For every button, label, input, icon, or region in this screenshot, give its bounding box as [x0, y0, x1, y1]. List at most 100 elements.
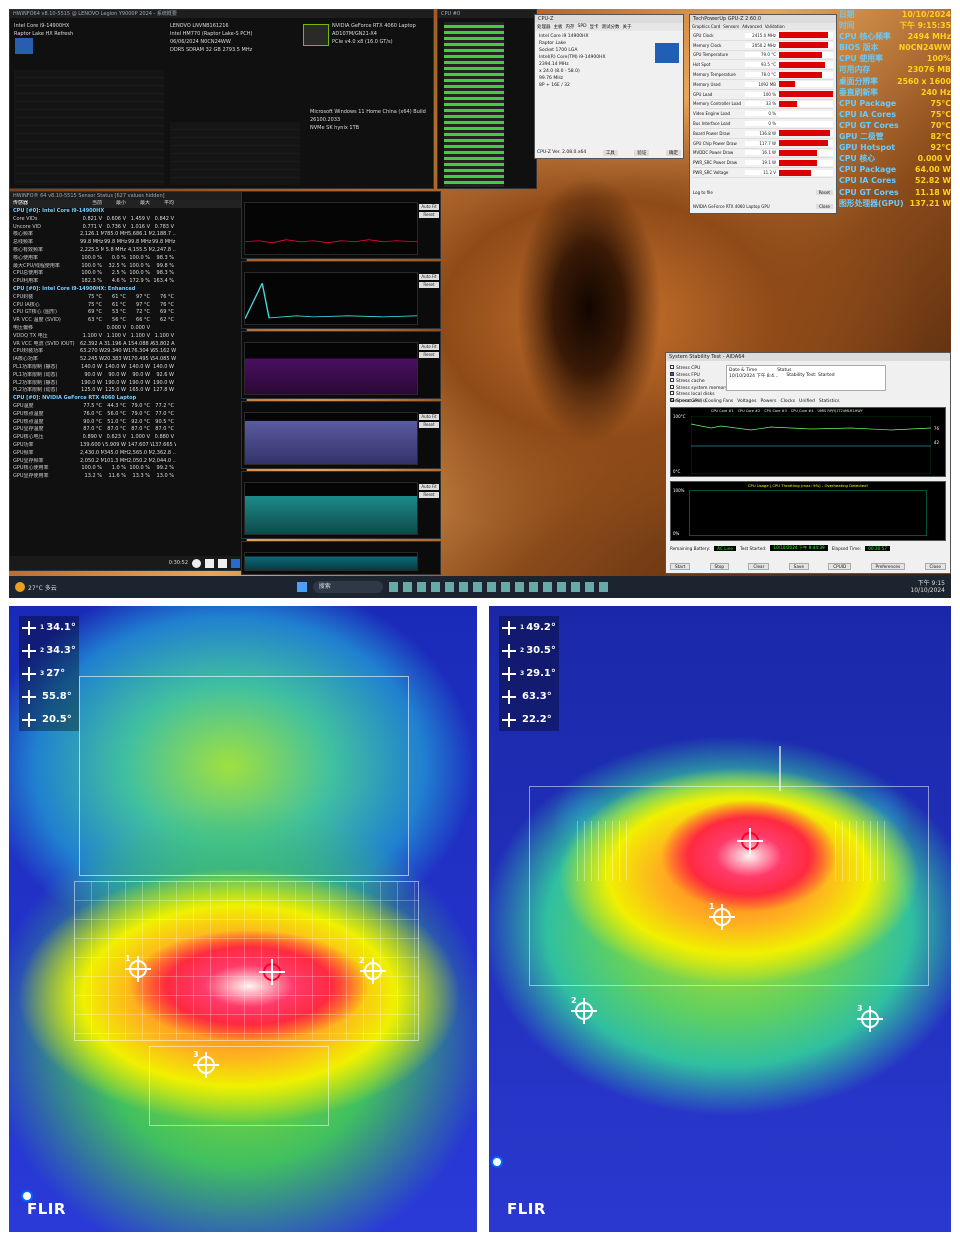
legend-item[interactable]: CPU Core #2 [738, 409, 761, 413]
reset-button[interactable]: Reset [419, 212, 439, 218]
legend-item[interactable]: CPU Core #4 [791, 409, 814, 413]
sensor-row[interactable]: PL2功率限制 (动态) 125.0 W 125.0 W 165.0 W 127.8 W [10, 387, 246, 395]
auto-fit-button[interactable]: Auto Fit [419, 414, 439, 420]
sensor-row[interactable]: IA核心功率 52.245 W20.383 W170.495 W54.085 W [10, 356, 246, 364]
cpuz-tools-button[interactable]: 工具 [602, 150, 618, 156]
aida-tab[interactable]: Cooling Fans [705, 399, 733, 404]
tab-validation[interactable]: Validation [765, 24, 785, 29]
pinned-app-icons[interactable] [388, 582, 609, 592]
auto-fit-button[interactable]: Auto Fit [419, 344, 439, 350]
reset-button[interactable]: Reset [419, 492, 439, 498]
gpuz-reset-button[interactable]: Reset [815, 190, 833, 195]
sensor-group-header[interactable]: CPU [#0]: Intel Core i9-14900HX [10, 208, 246, 216]
sensor-row[interactable]: CPU总使用率 100.0 % 2.5 % 100.0 % 98.3 % [10, 270, 246, 278]
aida-tab[interactable]: Powers [761, 399, 777, 404]
cpuz-ok-button[interactable]: 确定 [666, 150, 681, 156]
tab-advanced[interactable]: Advanced [742, 24, 762, 29]
legend-item[interactable]: UMIS RPJYJ1T24MLR1HWY [817, 409, 862, 413]
gear-icon[interactable] [218, 558, 227, 568]
graph-cpu-power[interactable]: Auto Fit Reset [241, 261, 441, 329]
sensor-group-header[interactable]: CPU [#0]: Intel Core i9-14900HX: Enhance… [10, 286, 246, 294]
clock[interactable]: 下午 9:15 10/10/2024 [910, 580, 945, 594]
tab-about[interactable]: 关于 [623, 24, 632, 30]
graph-gpu-power[interactable]: Auto Fit Reset [241, 471, 441, 539]
tab-sensors[interactable]: Sensors [723, 24, 739, 29]
aida-tab[interactable]: Voltages [737, 399, 756, 404]
sensor-row[interactable]: GPU核心电压 0.890 V 0.623 V 1.000 V 0.880 V [10, 434, 246, 442]
aida-button[interactable]: Close [924, 563, 946, 570]
gpuz-close-button[interactable]: Close [816, 204, 833, 209]
cpuz-window[interactable]: CPU-Z 处理器 主板 内存 SPD 显卡 测试分数 关于 Intel Cor… [534, 14, 684, 159]
sensor-row[interactable]: 核心使用率 100.0 % 0.0 % 100.0 % 98.3 % [10, 255, 246, 263]
log-to-file-checkbox[interactable]: Log to file [693, 190, 713, 195]
graph-cpu-temp[interactable]: Auto Fit Reset [241, 331, 441, 399]
legend-item[interactable]: CPU Core #3 [764, 409, 787, 413]
aida-tab[interactable]: Statistics [819, 399, 840, 404]
aida-tab[interactable]: Unified [799, 399, 815, 404]
sensor-row[interactable]: PL1功率限制 (动态) 90.0 W 90.0 W 90.0 W 92.6 W [10, 372, 246, 380]
sensor-row[interactable]: Core VIDs 0.821 V 0.606 V 1.459 V 0.842 V [10, 216, 246, 224]
sensor-row[interactable]: CPU封装功率 63.270 W29.340 W176.304 W65.162 W [10, 348, 246, 356]
sensor-row[interactable]: CPU IA核心 75 °C 61 °C 97 °C 76 °C [10, 302, 246, 310]
sensor-row[interactable]: 核心有效频率 2,225.5 MHz5.8 MHz4,155.5 M...2,24… [10, 247, 246, 255]
aida-button[interactable]: Start [670, 563, 691, 570]
gpuz-window[interactable]: TechPowerUp GPU-Z 2.60.0 Graphics Card S… [689, 14, 837, 214]
graph-gpu-usage[interactable] [241, 541, 441, 575]
auto-fit-button[interactable]: Auto Fit [419, 204, 439, 210]
sensor-row[interactable]: 最大CPU/线程使用率 100.0 % 32.5 % 100.0 % 99.8 % [10, 263, 246, 271]
sensor-row[interactable]: VDDQ TX 电压 1.100 V 1.100 V 1.100 V 1.100 V [10, 333, 246, 341]
graph-cpu-freq[interactable]: Auto Fit Reset [241, 191, 441, 259]
reset-button[interactable]: Reset [419, 352, 439, 358]
cpu-core-bars-window[interactable]: CPU #0 [437, 9, 537, 189]
auto-fit-button[interactable]: Auto Fit [419, 484, 439, 490]
auto-fit-button[interactable]: Auto Fit [419, 274, 439, 280]
sensor-row[interactable]: Uncore VID 0.771 V 0.736 V 1.016 V 0.783 V [10, 224, 246, 232]
sensor-row[interactable]: CPU利用率 182.3 % 4.6 % 172.9 % 163.4 % [10, 278, 246, 286]
sensor-row[interactable]: CPU封装 75 °C 61 °C 97 °C 76 °C [10, 294, 246, 302]
weather-icon[interactable] [15, 582, 25, 592]
tab-spd[interactable]: SPD [578, 24, 587, 30]
reset-button[interactable]: Reset [419, 422, 439, 428]
sensor-row[interactable]: GPU温度 77.5 °C 44.3 °C 79.0 °C 77.2 °C [10, 403, 246, 411]
sensor-row[interactable]: GPU显存频率 2,050.2 MHz101.3 MHz2,050.2 M...2… [10, 458, 246, 466]
reset-button[interactable]: Reset [419, 282, 439, 288]
close-icon[interactable] [231, 558, 240, 568]
clock-icon[interactable] [192, 558, 201, 568]
hwinfo-summary-window[interactable]: HWiNFO64 v8.10-5515 @ LENOVO Legion Y900… [9, 9, 434, 189]
sensor-row[interactable]: PL1功率限制 (静态) 140.0 W 140.0 W 140.0 W 140.0 W [10, 364, 246, 372]
sensor-row[interactable]: PL2功率限制 (静态) 190.0 W 190.0 W 190.0 W 190.0 W [10, 380, 246, 388]
sensor-row[interactable]: GPU热点温度 76.0 °C 56.0 °C 79.0 °C 77.0 °C [10, 411, 246, 419]
sensor-row[interactable]: VR VCC 电流 (SVID IOUT) 62.392 A 31.196 A 154… [10, 341, 246, 349]
aida-tab[interactable]: Temperatures [670, 399, 701, 404]
start-icon[interactable] [296, 582, 307, 592]
sensor-row[interactable]: VR VCC 温度 (SVID) 63 °C 56 °C 66 °C 62 °C [10, 317, 246, 325]
aida-button[interactable]: Clear [748, 563, 770, 570]
tab-graphics[interactable]: 显卡 [590, 24, 599, 30]
sensor-row[interactable]: 总线频率 99.8 MHz 99.8 MHz 99.8 MHz 99.8 MHz [10, 239, 246, 247]
sensor-row[interactable]: GPU显存使用率 13.2 % 11.6 % 13.3 % 13.0 % [10, 473, 246, 481]
sensor-row[interactable]: GPU频率 2,430.0 MHz345.0 MHz2,565.0 M...2,3… [10, 450, 246, 458]
cpuz-verify-button[interactable]: 验证 [634, 150, 650, 156]
aida-button[interactable]: Stop [709, 563, 730, 570]
sensor-row[interactable]: GPU热点温度 90.0 °C 51.0 °C 92.0 °C 90.5 °C [10, 419, 246, 427]
sensor-row[interactable]: GPU功率 139.600 W5.909 W147.607 W137.665 W [10, 442, 246, 450]
sensor-row[interactable]: GPU核心使用率 100.0 % 1.0 % 100.0 % 99.2 % [10, 465, 246, 473]
aida-tab[interactable]: Clocks [780, 399, 795, 404]
hwinfo-sensor-window[interactable]: HWiNFO® 64 v8.10-5515 Sensor Status [627… [9, 191, 247, 571]
report-icon[interactable] [205, 558, 214, 568]
tab-mainboard[interactable]: 主板 [554, 24, 563, 30]
tab-cpu[interactable]: 处理器 [537, 24, 551, 30]
tab-memory[interactable]: 内存 [566, 24, 575, 30]
sensor-row[interactable]: 电压偏移 0.000 V 0.000 V [10, 325, 246, 333]
sensor-row[interactable]: CPU GT核心 (图形) 69 °C 53 °C 72 °C 69 °C [10, 309, 246, 317]
search-box[interactable]: 搜索 [312, 581, 383, 593]
sensor-group-header[interactable]: CPU [#0]: NVIDIA GeForce RTX 4060 Laptop [10, 395, 246, 403]
aida-button[interactable]: CPUID [828, 563, 852, 570]
tab-graphics-card[interactable]: Graphics Card [692, 24, 720, 29]
sensor-row[interactable]: GPU显存温度 87.0 °C 87.0 °C 87.0 °C 87.0 °C [10, 426, 246, 434]
legend-item[interactable]: CPU Core #1 [711, 409, 734, 413]
graph-gpu-freq[interactable]: Auto Fit Reset [241, 401, 441, 469]
gpuz-card-select[interactable]: NVIDIA GeForce RTX 4060 Laptop GPU [693, 204, 770, 209]
aida-button[interactable]: Save [788, 563, 809, 570]
aida64-window[interactable]: System Stability Test - AIDA64 Stress CP… [665, 352, 951, 574]
